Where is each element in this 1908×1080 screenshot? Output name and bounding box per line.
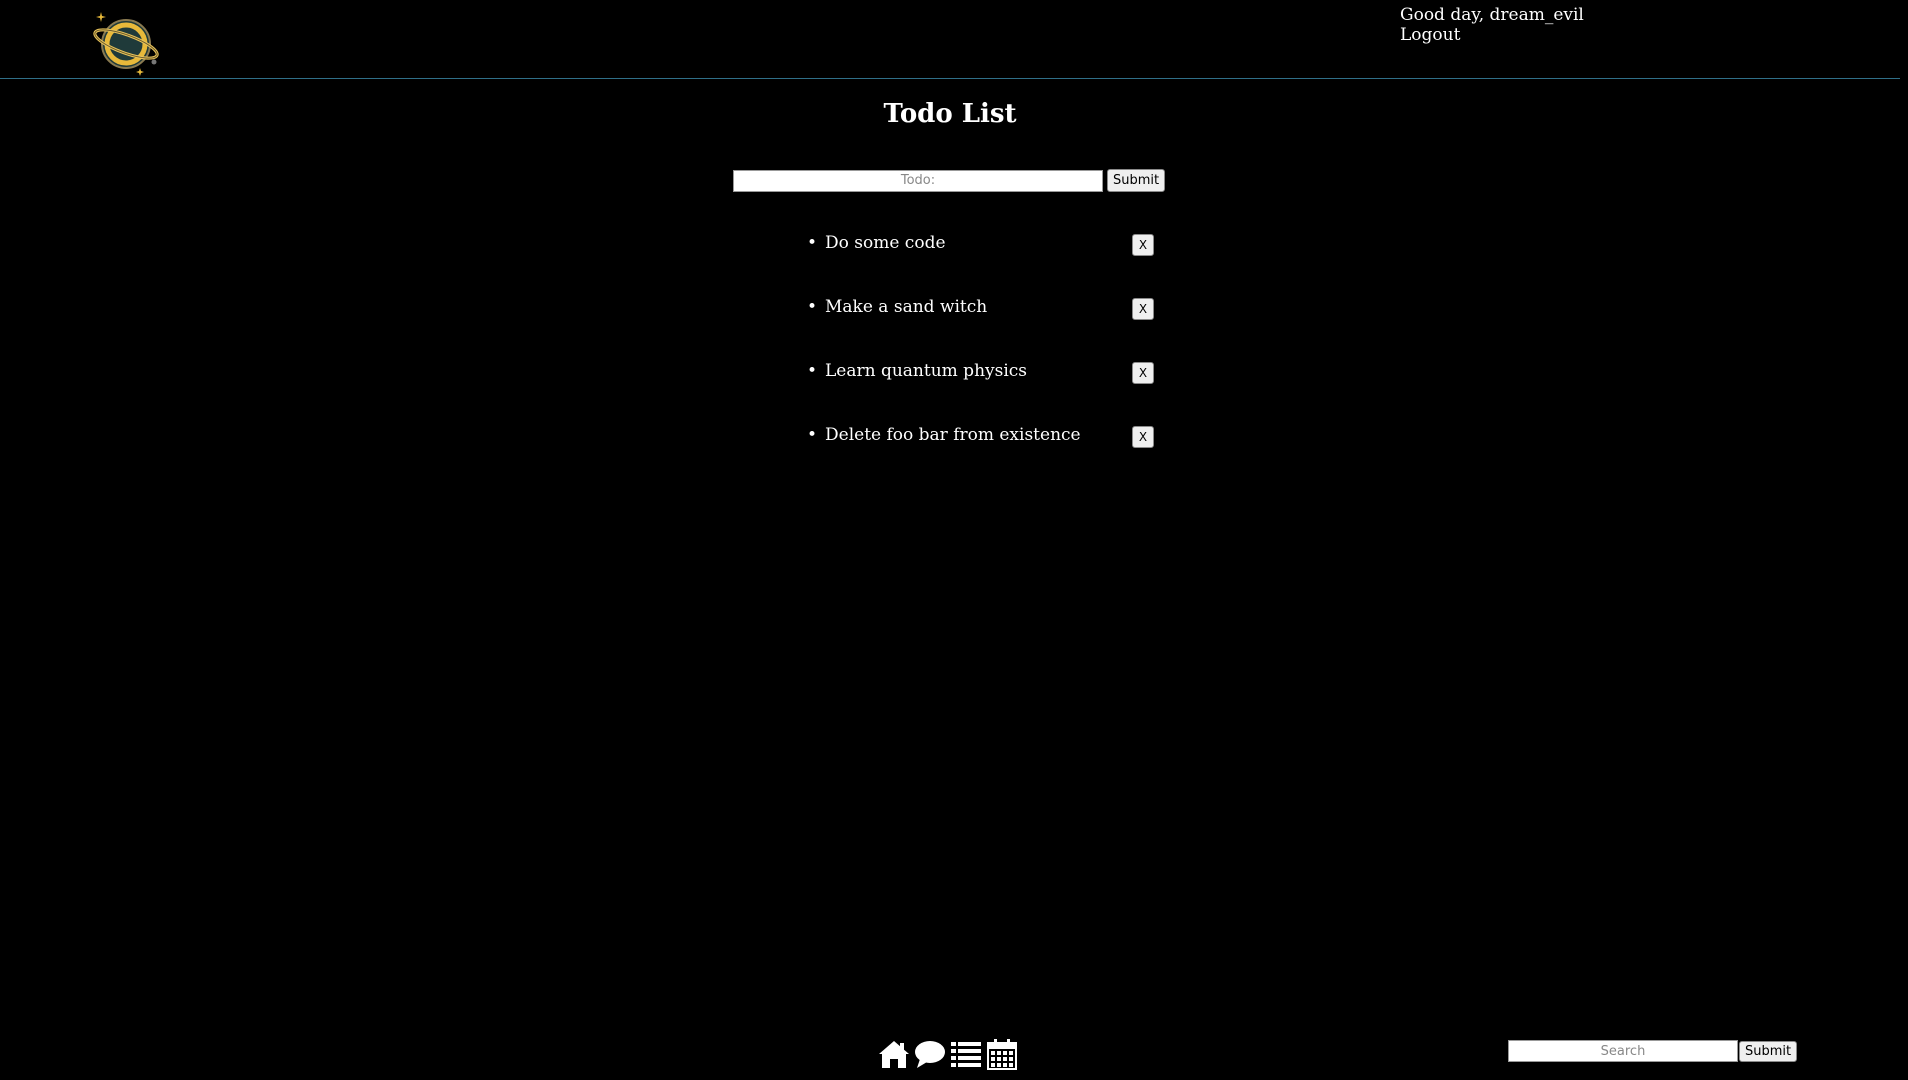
todo-text: Do some code bbox=[825, 233, 946, 253]
search-submit-button[interactable]: Submit bbox=[1739, 1040, 1798, 1062]
search-input[interactable] bbox=[1508, 1040, 1738, 1062]
page: Good day, dream_evil Logout Todo List Su… bbox=[0, 0, 1908, 1080]
todo-text: Delete foo bar from existence bbox=[825, 425, 1081, 445]
todo-text: Learn quantum physics bbox=[825, 361, 1028, 381]
chat-bubble-icon[interactable] bbox=[914, 1038, 946, 1070]
bullet-icon: • bbox=[807, 297, 818, 317]
footer-nav bbox=[878, 1038, 1018, 1070]
home-icon[interactable] bbox=[878, 1038, 910, 1070]
greeting-text: Good day, dream_evil bbox=[1400, 5, 1584, 25]
planet-logo-icon[interactable] bbox=[90, 10, 162, 76]
list-icon[interactable] bbox=[950, 1038, 982, 1070]
todo-item: • Make a sand witch X bbox=[807, 287, 1157, 351]
delete-todo-button[interactable]: X bbox=[1132, 234, 1154, 256]
calendar-icon[interactable] bbox=[986, 1038, 1018, 1070]
todo-text: Make a sand witch bbox=[825, 297, 988, 317]
bullet-icon: • bbox=[807, 425, 818, 445]
todo-item: • Learn quantum physics X bbox=[807, 351, 1157, 415]
todo-submit-button[interactable]: Submit bbox=[1107, 169, 1166, 192]
delete-todo-button[interactable]: X bbox=[1132, 362, 1154, 384]
todo-form: Submit bbox=[733, 169, 1166, 192]
bullet-icon: • bbox=[807, 361, 818, 381]
page-title: Todo List bbox=[883, 99, 1017, 129]
todo-list: • Do some code X • Make a sand witch X •… bbox=[807, 223, 1157, 479]
header: Good day, dream_evil Logout bbox=[0, 0, 1900, 79]
bullet-icon: • bbox=[807, 233, 818, 253]
todo-item: • Delete foo bar from existence X bbox=[807, 415, 1157, 479]
delete-todo-button[interactable]: X bbox=[1132, 298, 1154, 320]
search-form: Submit bbox=[1508, 1040, 1798, 1062]
logout-link[interactable]: Logout bbox=[1400, 26, 1460, 45]
todo-item: • Do some code X bbox=[807, 223, 1157, 287]
delete-todo-button[interactable]: X bbox=[1132, 426, 1154, 448]
todo-input[interactable] bbox=[733, 169, 1103, 192]
